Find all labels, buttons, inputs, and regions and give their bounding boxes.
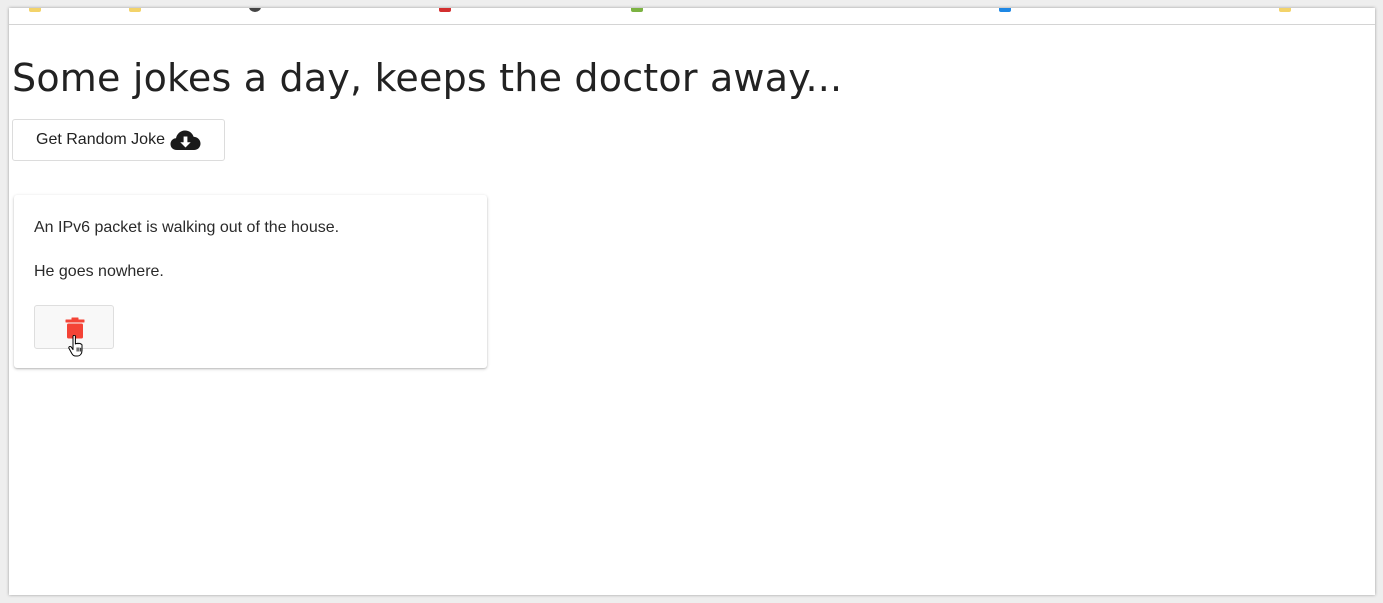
get-random-joke-button[interactable]: Get Random Joke xyxy=(12,119,225,161)
bookmark-folder-icon[interactable] xyxy=(29,8,41,12)
bookmark-site-icon[interactable] xyxy=(631,8,643,12)
joke-card: An IPv6 packet is walking out of the hou… xyxy=(14,195,487,368)
cloud-download-icon xyxy=(170,130,201,150)
delete-joke-button[interactable] xyxy=(34,305,114,357)
bookmark-site-icon[interactable] xyxy=(249,8,261,12)
get-random-joke-label: Get Random Joke xyxy=(36,131,165,148)
page-title: Some jokes a day, keeps the doctor away.… xyxy=(12,56,843,100)
browser-viewport: Some jokes a day, keeps the doctor away.… xyxy=(9,8,1375,595)
joke-delivery: He goes nowhere. xyxy=(34,263,164,280)
bookmark-site-icon[interactable] xyxy=(439,8,451,12)
hand-pointer-cursor-icon xyxy=(68,335,83,357)
joke-setup: An IPv6 packet is walking out of the hou… xyxy=(34,219,340,236)
bookmark-folder-icon[interactable] xyxy=(1279,8,1291,12)
bookmark-site-icon[interactable] xyxy=(999,8,1011,12)
bookmark-folder-icon[interactable] xyxy=(129,8,141,12)
bookmarks-bar xyxy=(9,8,1375,25)
